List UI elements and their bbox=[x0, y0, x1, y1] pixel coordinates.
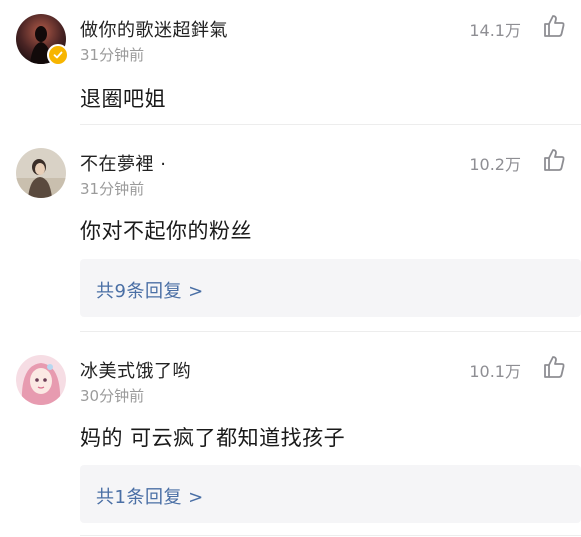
person-portrait-avatar-icon bbox=[16, 148, 66, 198]
divider bbox=[80, 535, 581, 536]
comment-text: 退圈吧姐 bbox=[80, 87, 166, 111]
comment-text: 你对不起你的粉丝 bbox=[80, 219, 252, 243]
username[interactable]: 做你的歌迷超鉡氣 bbox=[80, 16, 228, 42]
like-count: 14.1万 bbox=[469, 21, 521, 40]
avatar[interactable] bbox=[16, 355, 66, 405]
verified-badge-icon bbox=[47, 44, 69, 66]
username[interactable]: 不在夢裡 · bbox=[80, 150, 166, 176]
timestamp: 31分钟前 bbox=[80, 180, 145, 198]
avatar[interactable] bbox=[16, 148, 66, 198]
divider bbox=[80, 331, 581, 332]
timestamp: 31分钟前 bbox=[80, 46, 145, 64]
comment-text: 妈的 可云疯了都知道找孩子 bbox=[80, 426, 346, 450]
username[interactable]: 冰美式饿了哟 bbox=[80, 357, 191, 383]
view-replies-link[interactable]: 共9条回复 > bbox=[96, 277, 204, 303]
reply-summary[interactable]: 共9条回复 > bbox=[80, 259, 581, 317]
pink-anime-girl-avatar-icon bbox=[16, 355, 66, 405]
view-replies-link[interactable]: 共1条回复 > bbox=[96, 483, 204, 509]
divider bbox=[80, 124, 581, 125]
timestamp: 30分钟前 bbox=[80, 387, 145, 405]
like-thumb-icon[interactable] bbox=[541, 354, 567, 380]
like-thumb-icon[interactable] bbox=[541, 13, 567, 39]
like-thumb-icon[interactable] bbox=[541, 147, 567, 173]
avatar[interactable] bbox=[16, 14, 69, 66]
like-count: 10.1万 bbox=[469, 362, 521, 381]
like-count: 10.2万 bbox=[469, 155, 521, 174]
reply-summary[interactable]: 共1条回复 > bbox=[80, 465, 581, 523]
